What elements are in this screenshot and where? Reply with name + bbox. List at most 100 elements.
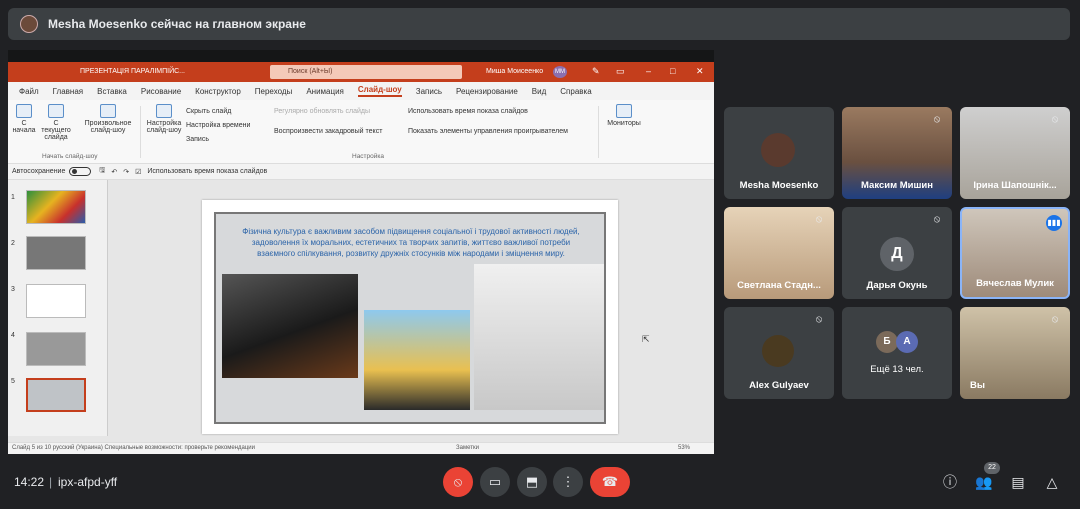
menu-review[interactable]: Рецензирование [456,87,518,96]
record-dropdown[interactable]: Запись [186,136,209,143]
participant-initial: Б [876,331,898,353]
menu-animations[interactable]: Анимация [306,87,344,96]
menu-record[interactable]: Запись [416,87,442,96]
mic-off-icon: ⦸ [815,214,823,225]
zoom-level[interactable]: 53% [678,443,690,454]
participant-tile-self[interactable]: ⦸ Вы [960,307,1070,399]
undo-icon[interactable]: ↶ [111,168,117,176]
activities-icon[interactable]: △ [1042,472,1062,492]
participant-tile[interactable]: ⦸ Alex Gulyaev [724,307,834,399]
ppt-ribbon: С начала С текущего слайда Произвольное … [8,100,714,164]
slide-number: 4 [11,332,15,339]
slide-thumb[interactable] [26,332,86,366]
participant-tile[interactable]: ⦸ Д Дарья Окунь [842,207,952,299]
menu-insert[interactable]: Вставка [97,87,127,96]
presenter-avatar [20,15,38,33]
participant-tile[interactable]: ⦸ Светлана Стадн... [724,207,834,299]
slide-thumb[interactable] [26,190,86,224]
participant-avatar [762,335,794,367]
regular-refresh-checkbox: Регулярно обновлять слайды [274,108,371,115]
custom-show-button[interactable]: Произвольное слайд-шоу [80,104,136,134]
play-icon [16,104,32,118]
current-slide[interactable]: Фізична культура є важливим засобом підв… [202,200,618,434]
participant-tile[interactable]: ⦸ Максим Мишин [842,107,952,199]
chat-icon[interactable]: ▤ [1008,472,1028,492]
media-controls-checkbox[interactable]: Показать элементы управления проигрывате… [408,128,568,135]
end-call-button[interactable]: ☎ [590,467,630,497]
participant-initial: А [896,331,918,353]
minimize-icon[interactable]: – [646,66,651,76]
participant-tile-speaking[interactable]: ▮▮▮ Вячеслав Мулик [960,207,1070,299]
ribbon-display-icon[interactable]: ▭ [616,66,625,77]
redo-icon[interactable]: ↷ [123,168,129,176]
group-setup-label: Настройка [352,153,384,160]
present-button[interactable]: ⬒ [517,467,547,497]
participant-tile[interactable]: ⦸ Ірина Шапошнік... [960,107,1070,199]
menu-home[interactable]: Главная [53,87,83,96]
slide-thumb[interactable] [26,284,86,318]
maximize-icon[interactable]: □ [670,66,675,76]
ppt-menubar: Файл Главная Вставка Рисование Конструкт… [8,82,714,100]
close-icon[interactable]: ✕ [696,66,704,77]
participant-name: Максим Мишин [861,180,933,191]
autosave-toggle[interactable] [69,167,92,176]
slide-thumb-selected[interactable] [26,378,86,412]
mic-off-icon: ⦸ [933,114,941,125]
qat-use-timings[interactable]: Использовать время показа слайдов [147,168,267,175]
ppt-user-name: Миша Моисеенко [486,68,544,75]
monitor-icon [616,104,632,118]
mic-off-icon: ⦸ [1051,314,1059,325]
menu-view[interactable]: Вид [532,87,546,96]
powerpoint-window: ПРЕЗЕНТАЦІЯ ПАРАЛІМПІЙС... Поиск (Alt+Ы)… [8,62,714,454]
info-icon[interactable]: ⓘ [940,472,960,492]
monitors-button[interactable]: Мониторы [604,104,644,127]
ppt-workarea: 1 2 3 4 5 Фізична культура є важливим за… [8,180,714,444]
hide-slide-button[interactable]: Скрыть слайд [186,108,231,115]
mic-off-button[interactable]: ⦸ [443,467,473,497]
silhouette-photo [364,310,470,410]
participant-initial: Д [880,237,914,271]
speaking-icon: ▮▮▮ [1046,215,1062,231]
slide-text: Фізична культура є важливим засобом підв… [242,227,580,258]
participant-name: Дарья Окунь [866,280,928,291]
participant-avatar [761,133,795,167]
setup-show-button[interactable]: Настройка слайд-шоу [144,104,184,134]
participant-name: Ірина Шапошнік... [973,180,1057,191]
slide-thumbnails: 1 2 3 4 5 [8,180,108,436]
ppt-doc-title: ПРЕЗЕНТАЦІЯ ПАРАЛІМПІЙС... [80,68,185,75]
menu-transitions[interactable]: Переходы [255,87,293,96]
pen-icon[interactable]: ✎ [592,66,600,77]
menu-draw[interactable]: Рисование [141,87,181,96]
meeting-code: ipx-afpd-yff [58,475,118,489]
camera-button[interactable]: ▭ [480,467,510,497]
athletes-photo [222,274,358,378]
participant-name: Вячеслав Мулик [976,278,1054,289]
from-current-button[interactable]: С текущего слайда [38,104,74,141]
more-options-button[interactable]: ⋮ [553,467,583,497]
slide-thumb[interactable] [26,236,86,270]
ribbon-divider [140,106,141,158]
slide-number: 3 [11,286,15,293]
use-timings-checkbox[interactable]: Использовать время показа слайдов [408,108,528,115]
from-start-button[interactable]: С начала [12,104,36,134]
shared-screen[interactable]: ПРЕЗЕНТАЦІЯ ПАРАЛІМПІЙС... Поиск (Alt+Ы)… [8,50,714,454]
mic-off-icon: ⦸ [933,214,941,225]
menu-design[interactable]: Конструктор [195,87,241,96]
participant-tile[interactable]: Mesha Moesenko [724,107,834,199]
meeting-controls-bar: 14:22 | ipx-afpd-yff ⦸ ▭ ⬒ ⋮ ☎ ⓘ 👥 22 ▤ … [0,458,1080,509]
rehearse-button[interactable]: Настройка времени [186,122,250,129]
notes-button[interactable]: Заметки [456,443,479,454]
menu-slideshow[interactable]: Слайд-шоу [357,85,402,97]
menu-file[interactable]: Файл [19,87,39,96]
participant-name: Светлана Стадн... [737,280,821,291]
custom-show-icon [100,104,116,118]
quick-access-toolbar: Автосохранение 🖫 ↶ ↷ ☑ Использовать врем… [8,164,714,180]
people-icon[interactable]: 👥 [974,472,994,492]
people-count-badge: 22 [984,462,1000,474]
more-participants-tile[interactable]: Б А Ещё 13 чел. [842,307,952,399]
ppt-search-input[interactable]: Поиск (Alt+Ы) [270,65,462,79]
checkbox-icon[interactable]: ☑ [135,168,141,176]
play-narrations-checkbox[interactable]: Воспроизвести закадровый текст [274,128,382,135]
save-icon[interactable]: 🖫 [99,166,105,177]
menu-help[interactable]: Справка [560,87,591,96]
